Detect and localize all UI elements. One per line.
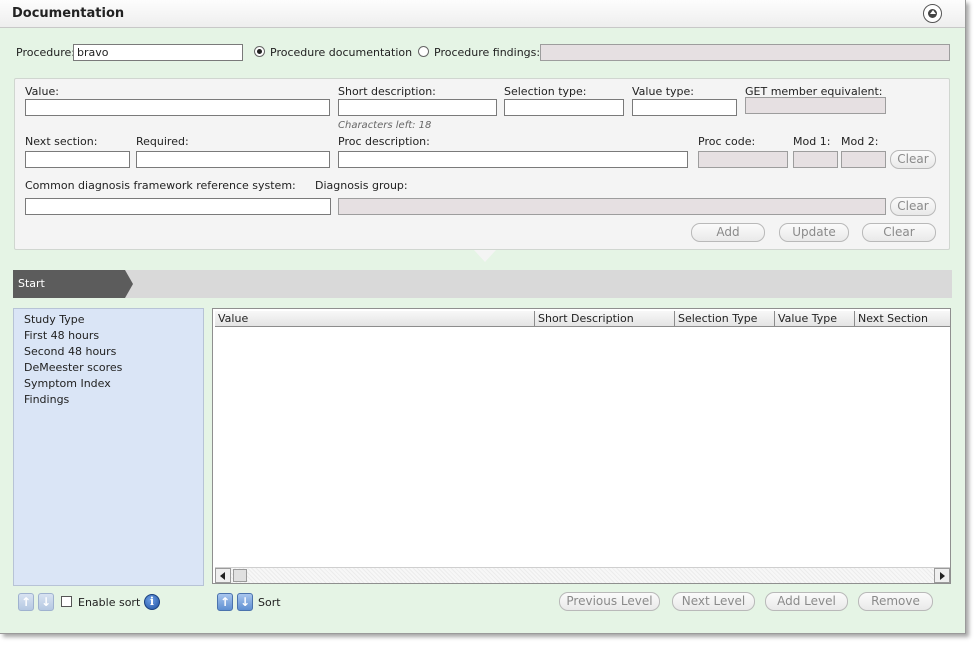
procedure-documentation-radio[interactable] (254, 46, 265, 57)
grid-move-up-button[interactable]: ↑ (217, 593, 233, 611)
horizontal-scrollbar[interactable] (215, 567, 950, 583)
value-type-input[interactable] (632, 99, 737, 116)
column-short-description[interactable]: Short Description (535, 311, 675, 327)
arrow-down-icon: ↓ (40, 595, 52, 609)
add-button[interactable]: Add (691, 223, 765, 242)
cdf-input[interactable] (25, 198, 331, 215)
tree-item-symptom-index[interactable]: Symptom Index (24, 376, 203, 392)
previous-level-button[interactable]: Previous Level (559, 592, 660, 611)
diagnosis-group-input (338, 198, 886, 215)
procedure-findings-radio[interactable] (418, 46, 429, 57)
proc-code-label: Proc code: (698, 135, 756, 148)
required-input[interactable] (136, 151, 330, 168)
mod2-input (841, 151, 886, 168)
breadcrumb-start[interactable]: Start (13, 270, 133, 298)
diagnosis-clear-button[interactable]: Clear (890, 197, 936, 216)
breadcrumb-bar (13, 270, 952, 298)
value-input[interactable] (25, 99, 330, 116)
mod2-label: Mod 2: (841, 135, 879, 148)
tree-item-demeester-scores[interactable]: DeMeester scores (24, 360, 203, 376)
title-bar: Documentation (0, 0, 965, 28)
procedure-documentation-label[interactable]: Procedure documentation (270, 46, 412, 59)
enable-sort-label[interactable]: Enable sort (78, 596, 140, 609)
proc-description-label: Proc description: (338, 135, 430, 148)
short-description-input[interactable] (338, 99, 497, 116)
update-button[interactable]: Update (779, 223, 849, 242)
selection-type-input[interactable] (504, 99, 624, 116)
add-level-button[interactable]: Add Level (765, 592, 848, 611)
diagnosis-group-label: Diagnosis group: (315, 179, 408, 192)
values-grid: Value Short Description Selection Type V… (212, 308, 951, 584)
scroll-right-button[interactable] (934, 568, 950, 583)
next-section-label: Next section: (25, 135, 98, 148)
column-selection-type[interactable]: Selection Type (675, 311, 775, 327)
tree-move-down-button[interactable]: ↓ (38, 593, 54, 611)
tree-item-second-48-hours[interactable]: Second 48 hours (24, 344, 203, 360)
section-tree: Study Type First 48 hours Second 48 hour… (13, 308, 204, 586)
short-description-label: Short description: (338, 85, 436, 98)
mod1-input (793, 151, 838, 168)
scroll-thumb[interactable] (233, 569, 247, 582)
tree-move-up-button[interactable]: ↑ (18, 593, 34, 611)
procedure-findings-label[interactable]: Procedure findings: (434, 46, 540, 59)
get-member-input (745, 97, 886, 114)
column-value[interactable]: Value (215, 311, 535, 327)
procedure-label: Procedure: (16, 46, 75, 59)
arrow-down-icon: ↓ (239, 595, 251, 609)
panel-pointer (474, 250, 496, 262)
proc-code-input (698, 151, 788, 168)
next-level-button[interactable]: Next Level (672, 592, 755, 611)
mod1-label: Mod 1: (793, 135, 831, 148)
clear-button[interactable]: Clear (862, 223, 936, 242)
arrow-up-icon: ↑ (20, 595, 32, 609)
required-label: Required: (136, 135, 189, 148)
proc-clear-button[interactable]: Clear (890, 150, 936, 169)
procedure-findings-input (540, 44, 950, 61)
tree-item-findings[interactable]: Findings (24, 392, 203, 408)
value-label: Value: (25, 85, 59, 98)
selection-type-label: Selection type: (504, 85, 587, 98)
scroll-left-button[interactable] (215, 568, 231, 583)
arrow-up-icon: ↑ (219, 595, 231, 609)
documentation-window: Documentation Procedure: bravo Procedure… (0, 0, 966, 634)
proc-description-input[interactable] (338, 151, 688, 168)
value-type-label: Value type: (632, 85, 694, 98)
column-next-section[interactable]: Next Section (855, 311, 950, 327)
collapse-up-icon[interactable] (923, 4, 942, 23)
cdf-label: Common diagnosis framework reference sys… (25, 179, 296, 192)
scroll-right-icon (940, 572, 945, 580)
procedure-input[interactable]: bravo (73, 44, 243, 61)
tree-item-study-type[interactable]: Study Type (24, 312, 203, 328)
window-title: Documentation (12, 6, 125, 21)
grid-header: Value Short Description Selection Type V… (215, 311, 950, 327)
tree-item-first-48-hours[interactable]: First 48 hours (24, 328, 203, 344)
characters-left-text: Characters left: 18 (338, 120, 432, 131)
column-value-type[interactable]: Value Type (775, 311, 855, 327)
next-section-input[interactable] (25, 151, 130, 168)
remove-button[interactable]: Remove (858, 592, 933, 611)
grid-move-down-button[interactable]: ↓ (237, 593, 253, 611)
scroll-left-icon (220, 572, 225, 580)
info-icon[interactable]: i (144, 594, 160, 610)
sort-label: Sort (258, 596, 281, 609)
enable-sort-checkbox[interactable] (61, 596, 72, 607)
